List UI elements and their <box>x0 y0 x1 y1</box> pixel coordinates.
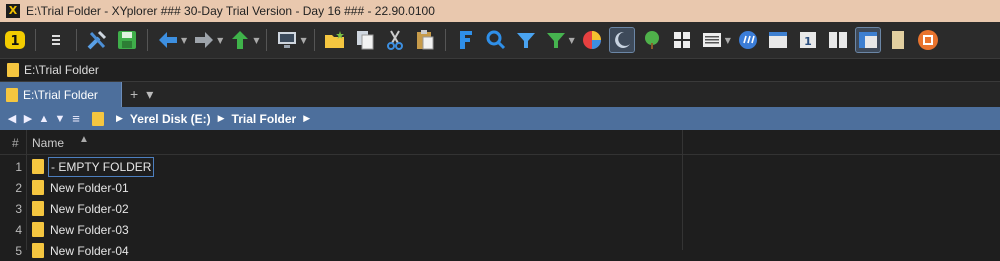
row-number: 1 <box>15 160 22 174</box>
folder-icon <box>32 180 44 195</box>
folder-icon <box>6 87 18 102</box>
window-title: E:\Trial Folder - XYplorer ### 30-Day Tr… <box>26 4 435 18</box>
filter-dropdown-icon[interactable]: ▼ <box>569 36 575 45</box>
up-dropdown-icon[interactable]: ▼ <box>253 36 259 45</box>
paste-icon[interactable] <box>413 28 437 52</box>
layout-icon[interactable] <box>854 27 881 53</box>
views-icon[interactable] <box>670 28 694 52</box>
dark-mode-icon[interactable] <box>608 27 635 53</box>
column-header-name[interactable]: Name <box>32 136 64 150</box>
xyplorer-home-icon[interactable]: 1 <box>3 28 27 52</box>
add-tab-button[interactable]: + <box>130 82 138 107</box>
up-icon[interactable]: ▲ <box>37 113 51 125</box>
list-item[interactable]: 5 New Folder-04 <box>0 240 1000 261</box>
folder-icon <box>92 111 104 126</box>
toolbar-separator <box>444 29 446 51</box>
cut-icon[interactable] <box>383 28 407 52</box>
search-icon[interactable] <box>484 28 508 52</box>
back-icon[interactable] <box>156 28 180 52</box>
item-name[interactable]: - EMPTY FOLDER <box>48 157 155 177</box>
item-name[interactable]: New Folder-03 <box>48 223 131 237</box>
row-number: 5 <box>15 244 22 258</box>
item-name[interactable]: New Folder-01 <box>48 181 131 195</box>
forward-icon[interactable] <box>192 28 216 52</box>
new-folder-icon[interactable] <box>323 28 347 52</box>
list-item[interactable]: 3 New Folder-02 <box>0 198 1000 219</box>
menu-icon[interactable]: ≡ <box>69 111 83 126</box>
color-filter-icon[interactable] <box>580 28 604 52</box>
address-bar[interactable]: E:\Trial Folder <box>0 58 1000 82</box>
app-logo-icon: X <box>6 4 20 18</box>
list-view-icon[interactable] <box>700 28 724 52</box>
list-item[interactable]: 4 New Folder-03 <box>0 219 1000 240</box>
list-item[interactable]: 1 - EMPTY FOLDER <box>0 156 1000 177</box>
find-files-icon[interactable] <box>454 28 478 52</box>
tree-icon[interactable] <box>640 28 664 52</box>
settings-icon[interactable] <box>85 28 109 52</box>
back-dropdown-icon[interactable]: ▼ <box>181 36 187 45</box>
title-bar: X E:\Trial Folder - XYplorer ### 30-Day … <box>0 0 1000 22</box>
folder-icon <box>32 222 44 237</box>
file-list: 1 - EMPTY FOLDER 2 New Folder-01 3 New F… <box>0 156 1000 261</box>
row-number: 4 <box>15 223 22 237</box>
dual-pane-icon[interactable] <box>826 28 850 52</box>
single-pane-icon[interactable]: 1 <box>796 28 820 52</box>
computer-dropdown-icon[interactable]: ▼ <box>300 36 306 45</box>
item-name[interactable]: New Folder-04 <box>48 244 131 258</box>
breadcrumb-item-drive[interactable]: Yerel Disk (E:) <box>130 112 211 126</box>
address-path[interactable]: E:\Trial Folder <box>24 63 99 77</box>
bookmark-icon[interactable] <box>886 28 910 52</box>
list-item[interactable]: 2 New Folder-01 <box>0 177 1000 198</box>
tab-trial-folder[interactable]: E:\Trial Folder <box>0 82 122 107</box>
down-icon[interactable]: ▼ <box>53 113 67 125</box>
tab-menu-button[interactable]: ▾ <box>146 82 153 107</box>
forward-dropdown-icon[interactable]: ▼ <box>217 36 223 45</box>
save-icon[interactable] <box>115 28 139 52</box>
forward-icon[interactable]: ▶ <box>21 112 35 125</box>
panel-icon[interactable] <box>766 28 790 52</box>
sort-ascending-icon: ▲ <box>79 134 89 145</box>
toolbar: 1 ▼ ▼ ▼ ▼ ▼ ▼ 1 <box>0 22 1000 58</box>
toolbar-separator <box>313 29 315 51</box>
breadcrumb-separator-icon[interactable]: ▶ <box>116 113 123 124</box>
svg-text:1: 1 <box>10 34 19 49</box>
tab-bar: E:\Trial Folder + ▾ <box>0 82 1000 107</box>
folder-icon <box>32 201 44 216</box>
toolbar-separator <box>76 29 77 51</box>
row-number: 3 <box>15 202 22 216</box>
column-header-num[interactable]: # <box>12 136 19 150</box>
folder-icon <box>7 63 19 77</box>
back-icon[interactable]: ◀ <box>5 112 19 125</box>
row-number: 2 <box>15 181 22 195</box>
up-icon[interactable] <box>228 28 252 52</box>
breadcrumb: ◀ ▶ ▲ ▼ ≡ ▶ Yerel Disk (E:) ▶ Trial Fold… <box>0 107 1000 130</box>
view-dropdown-icon[interactable]: ▼ <box>725 36 731 45</box>
svg-text:1: 1 <box>804 35 812 48</box>
breadcrumb-separator-icon[interactable]: ▶ <box>303 113 310 124</box>
folder-icon <box>32 243 44 258</box>
filter-icon[interactable] <box>514 28 538 52</box>
breadcrumb-separator-icon[interactable]: ▶ <box>218 113 225 124</box>
list-header: # Name ▲ <box>0 130 1000 155</box>
toolbar-separator <box>266 29 268 51</box>
toolbar-separator <box>35 29 36 51</box>
item-name[interactable]: New Folder-02 <box>48 202 131 216</box>
copy-icon[interactable] <box>353 28 377 52</box>
folder-icon <box>32 159 44 174</box>
tab-label: E:\Trial Folder <box>23 87 98 102</box>
toolbar-separator <box>147 29 148 51</box>
computer-icon[interactable] <box>275 28 299 52</box>
settings-gear-icon[interactable] <box>736 28 760 52</box>
visual-filter-icon[interactable] <box>544 28 568 52</box>
menu-icon[interactable] <box>44 28 68 52</box>
breadcrumb-item-folder[interactable]: Trial Folder <box>232 112 297 126</box>
info-panel-icon[interactable] <box>916 28 940 52</box>
